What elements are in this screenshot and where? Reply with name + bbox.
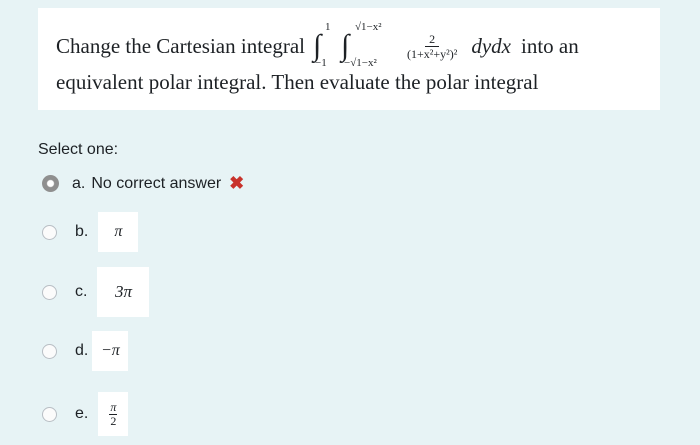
option-c-value: 3π bbox=[114, 282, 132, 301]
option-b[interactable]: b. π bbox=[42, 212, 139, 252]
inner-lower-limit: −√1−x² bbox=[344, 57, 377, 69]
option-d-letter: d. bbox=[75, 342, 89, 359]
option-c[interactable]: c. 3π bbox=[42, 267, 150, 317]
option-c-letter: c. bbox=[75, 283, 88, 300]
option-d-answer: −π bbox=[92, 331, 129, 371]
option-e-denominator: 2 bbox=[110, 413, 117, 428]
select-one-label: Select one: bbox=[38, 141, 119, 158]
option-c-answer: 3π bbox=[97, 267, 150, 317]
differentials: dydx bbox=[471, 33, 511, 58]
inner-integral-sign: ∫ √1−x² −√1−x² bbox=[341, 21, 382, 69]
outer-integral-sign: ∫ 1 −1 bbox=[313, 21, 331, 69]
option-b-answer: π bbox=[98, 212, 139, 252]
option-b-radio[interactable] bbox=[42, 224, 57, 240]
option-e-radio[interactable] bbox=[42, 406, 57, 422]
option-a-radio[interactable] bbox=[42, 175, 59, 192]
question-line-2: equivalent polar integral. Then evaluate… bbox=[56, 70, 539, 94]
option-e-numerator: π bbox=[109, 399, 118, 415]
option-d-radio[interactable] bbox=[42, 343, 57, 359]
option-a-letter: a. bbox=[72, 174, 86, 192]
option-a[interactable]: a. No correct answer ✖ bbox=[42, 173, 244, 194]
integrand-fraction: 2 (1+x²+y²)² bbox=[407, 32, 457, 61]
double-integral: ∫ 1 −1 ∫ √1−x² −√1−x² 2 (1+x²+y²)² dydx bbox=[313, 21, 517, 69]
incorrect-x-icon: ✖ bbox=[229, 173, 245, 193]
outer-lower-limit: −1 bbox=[315, 57, 327, 69]
option-b-letter: b. bbox=[75, 223, 89, 240]
inner-upper-limit: √1−x² bbox=[355, 21, 382, 33]
integrand-numerator: 2 bbox=[425, 32, 440, 47]
option-d[interactable]: d. −π bbox=[42, 331, 129, 371]
option-a-answer: No correct answer bbox=[91, 174, 222, 192]
question-prefix: Change the Cartesian integral bbox=[56, 33, 305, 58]
integrand-denominator: (1+x²+y²)² bbox=[407, 46, 458, 61]
option-c-radio[interactable] bbox=[42, 284, 57, 300]
question-suffix: into an bbox=[520, 33, 579, 58]
option-d-value: −π bbox=[100, 342, 120, 359]
option-e-fraction: π 2 bbox=[109, 399, 118, 428]
option-e-letter: e. bbox=[75, 405, 89, 422]
option-e-answer: π 2 bbox=[98, 392, 129, 436]
option-b-value: π bbox=[114, 223, 123, 240]
question-text-box: Change the Cartesian integral ∫ 1 −1 ∫ √… bbox=[38, 8, 660, 110]
option-e[interactable]: e. π 2 bbox=[42, 392, 129, 436]
outer-upper-limit: 1 bbox=[325, 21, 331, 33]
question-line-1: Change the Cartesian integral ∫ 1 −1 ∫ √… bbox=[56, 21, 579, 71]
